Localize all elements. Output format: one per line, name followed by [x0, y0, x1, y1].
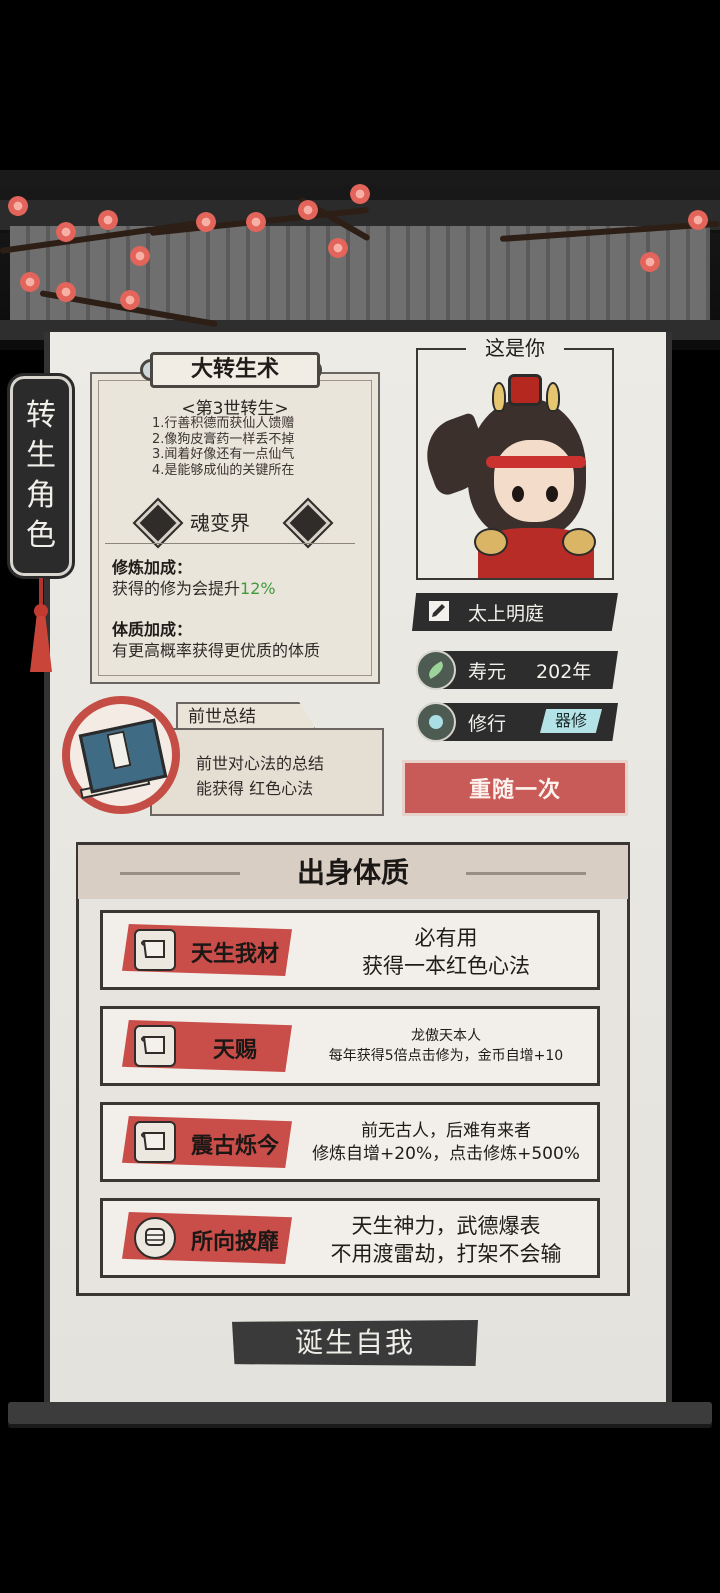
- plum-blossom: [196, 212, 216, 232]
- plum-blossom: [298, 200, 318, 220]
- past-life-line2: 能获得 红色心法: [196, 779, 314, 798]
- trait-desc-line: 前无古人，后难有来者: [361, 1121, 531, 1141]
- trait-description: 天生神力，武德爆表 不用渡雷劫，打架不会输: [296, 1212, 596, 1268]
- side-tag-char: 角: [26, 478, 56, 513]
- trait-desc-line: 每年获得5倍点击修为，金币自增+10: [328, 1048, 564, 1064]
- scroll-icon: [134, 1025, 176, 1067]
- trait-name: 所向披靡: [190, 1230, 279, 1255]
- side-tag-char: 转: [26, 398, 56, 433]
- trait-desc-line: 获得一本红色心法: [362, 954, 530, 978]
- meditate-icon: [416, 702, 456, 742]
- character-crown: [508, 374, 542, 406]
- reroll-button[interactable]: 重随一次: [402, 760, 628, 816]
- scroll-icon: [134, 1121, 176, 1163]
- plum-blossom: [56, 282, 76, 302]
- side-tag-char: 生: [26, 438, 56, 473]
- be-born-button[interactable]: 诞生自我: [232, 1320, 478, 1366]
- character-horn: [492, 382, 506, 412]
- trait-desc-line: 必有用: [414, 926, 478, 950]
- cultivation-bonus-value: 12%: [240, 579, 276, 598]
- plum-blossom: [640, 252, 660, 272]
- trait-description: 龙傲天本人 每年获得5倍点击修为，金币自增+10: [296, 1026, 596, 1066]
- character-eye: [512, 486, 524, 502]
- trait-name: 天赐: [212, 1038, 257, 1063]
- scroll-icon: [134, 929, 176, 971]
- rebirth-title: 大转生术: [150, 352, 320, 388]
- realm-name: 魂变界: [190, 511, 250, 535]
- trait-desc-line: 修炼自增+20%，点击修炼+500%: [312, 1144, 580, 1164]
- trait-desc-line: 龙傲天本人: [411, 1028, 481, 1044]
- character-face: [494, 440, 574, 522]
- rule-line: 4.是能够成仙的关键所在: [152, 462, 295, 478]
- character-eye: [546, 486, 558, 502]
- trait-description: 必有用 获得一本红色心法: [296, 924, 596, 980]
- trait-description: 前无古人，后难有来者 修炼自增+20%，点击修炼+500%: [296, 1120, 596, 1166]
- past-life-line1: 前世对心法的总结: [196, 754, 325, 773]
- rule-line: 3.闻着好像还有一点仙气: [152, 447, 295, 462]
- plum-blossom: [130, 246, 150, 266]
- cultivation-type-label: 修行: [468, 712, 507, 735]
- divider: [105, 543, 355, 544]
- side-tag-rebirth-character: 转 生 角 色: [7, 373, 75, 579]
- cultivation-type-tag: 器修: [540, 709, 602, 733]
- board-floor: [8, 1402, 712, 1424]
- plum-blossom: [98, 210, 118, 230]
- rebirth-rules: 1.行善积德而获仙人馈赠 2.像狗皮膏药一样丢不掉 3.闻着好像还有一点仙气 4…: [152, 416, 294, 478]
- plum-blossom: [8, 196, 28, 216]
- plum-blossom: [120, 290, 140, 310]
- lifespan-bar: 寿元 202年: [432, 651, 618, 689]
- trait-desc-line: 天生神力，武德爆表: [351, 1214, 541, 1238]
- lifespan-label: 寿元: [468, 660, 507, 683]
- trait-section-title: 出身体质: [296, 856, 409, 889]
- trait-name: 天生我材: [190, 942, 279, 967]
- lifespan-value: 202年: [536, 660, 592, 683]
- past-life-tab: 前世总结: [176, 702, 316, 730]
- character-headband: [486, 456, 586, 468]
- side-tag-char: 色: [26, 518, 56, 553]
- plum-blossom: [246, 212, 266, 232]
- plum-blossom: [20, 272, 40, 292]
- plum-blossom: [350, 184, 370, 204]
- rule-line: 1.行善积德而获仙人馈赠: [152, 416, 295, 431]
- plum-blossom: [688, 210, 708, 230]
- trait-name: 震古烁今: [190, 1134, 279, 1159]
- roof-tiles: [10, 226, 710, 334]
- character-shoulder: [474, 528, 508, 556]
- character-name: 太上明庭: [468, 602, 545, 625]
- rule-line: 2.像狗皮膏药一样丢不掉: [152, 431, 295, 447]
- cultivation-bonus-text: 获得的修为会提升12%: [112, 575, 276, 599]
- edit-icon[interactable]: [426, 598, 452, 624]
- physique-bonus-text: 有更高概率获得更优质的体质: [112, 641, 321, 660]
- plum-blossom: [328, 238, 348, 258]
- fist-icon: [134, 1217, 176, 1259]
- character-shoulder: [562, 528, 596, 556]
- trait-desc-line: 不用渡雷劫，打架不会输: [330, 1242, 562, 1266]
- tassel-bead: [34, 604, 48, 618]
- character-horn: [546, 382, 560, 412]
- plum-blossom: [56, 222, 76, 242]
- portrait-label: 这是你: [466, 332, 564, 361]
- leaf-icon: [416, 650, 456, 690]
- cultivation-bonus-desc: 获得的修为会提升: [112, 579, 241, 598]
